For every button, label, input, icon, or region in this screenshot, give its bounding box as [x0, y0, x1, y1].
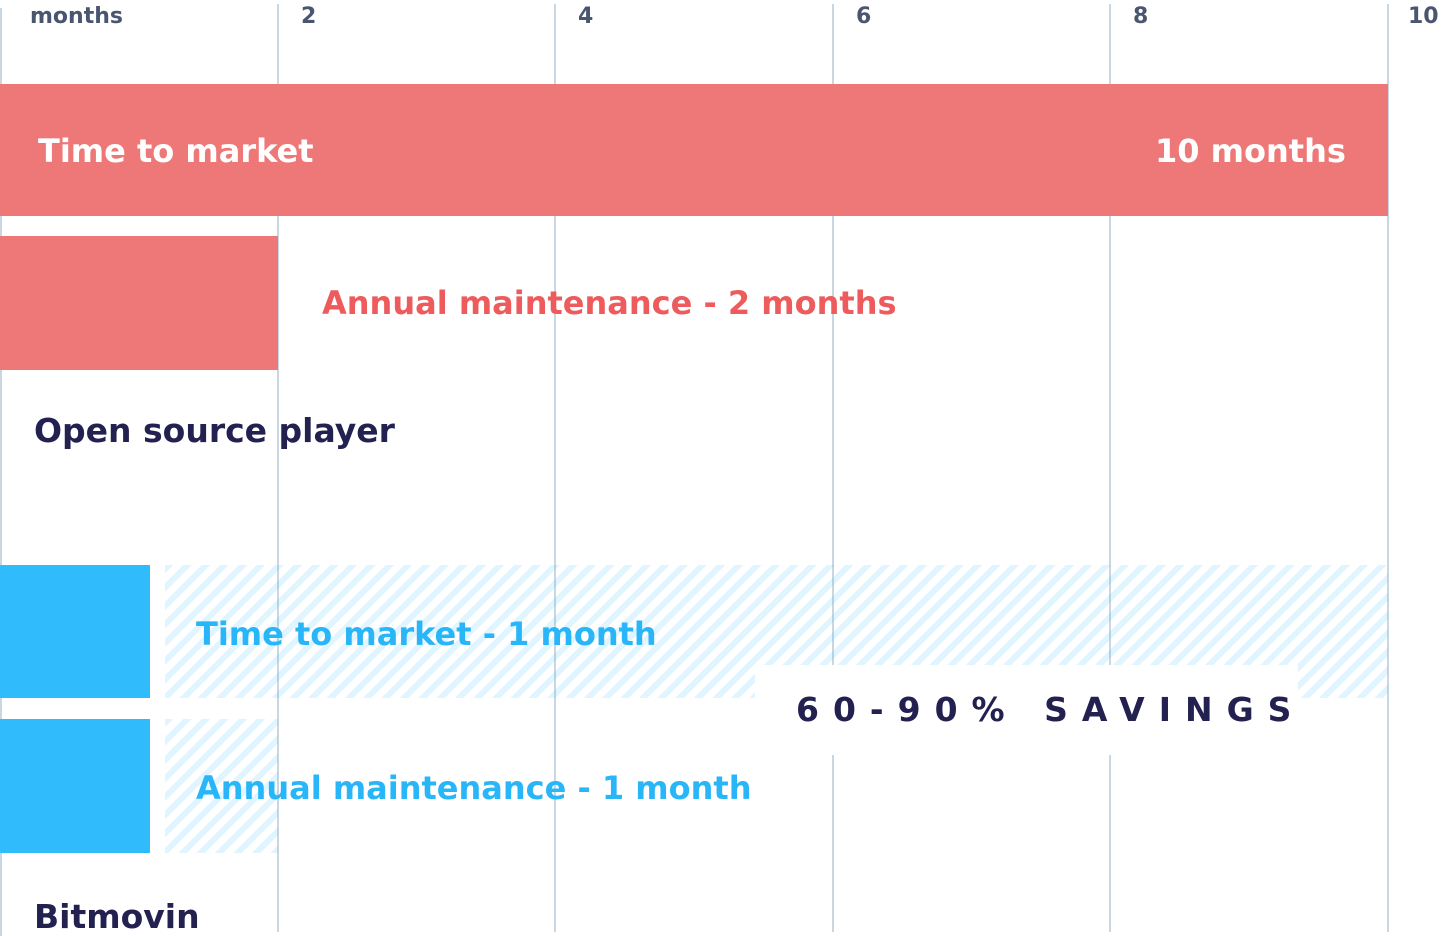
x-tick-label-8: 8 — [1133, 4, 1149, 29]
bar-bitmovin-annual-maintenance — [0, 719, 150, 853]
comparison-chart: 2 4 6 8 10 months Time to market 10 months A… — [0, 0, 1444, 936]
bar-label-open-source-maintenance: Annual maintenance - 2 months — [322, 284, 897, 322]
bar-bitmovin-time-to-market — [0, 565, 150, 698]
bar-label-bitmovin-maintenance: Annual maintenance - 1 month — [196, 769, 752, 807]
x-tick-label-6: 6 — [856, 4, 872, 29]
bar-label-time-to-market: Time to market — [38, 132, 314, 170]
group-label-open-source-player: Open source player — [34, 411, 395, 450]
savings-annotation: 60-90% SAVINGS — [796, 690, 1306, 729]
group-label-bitmovin: Bitmovin — [34, 897, 200, 936]
bar-value-label-10-months: 10 months — [1155, 132, 1346, 170]
x-tick-label-10: 10 — [1408, 4, 1439, 29]
x-axis-unit-label: months — [30, 4, 123, 29]
bar-label-bitmovin-time-to-market: Time to market - 1 month — [196, 615, 657, 653]
bar-open-source-annual-maintenance — [0, 236, 278, 370]
x-tick-label-2: 2 — [301, 4, 317, 29]
x-tick-label-4: 4 — [578, 4, 594, 29]
